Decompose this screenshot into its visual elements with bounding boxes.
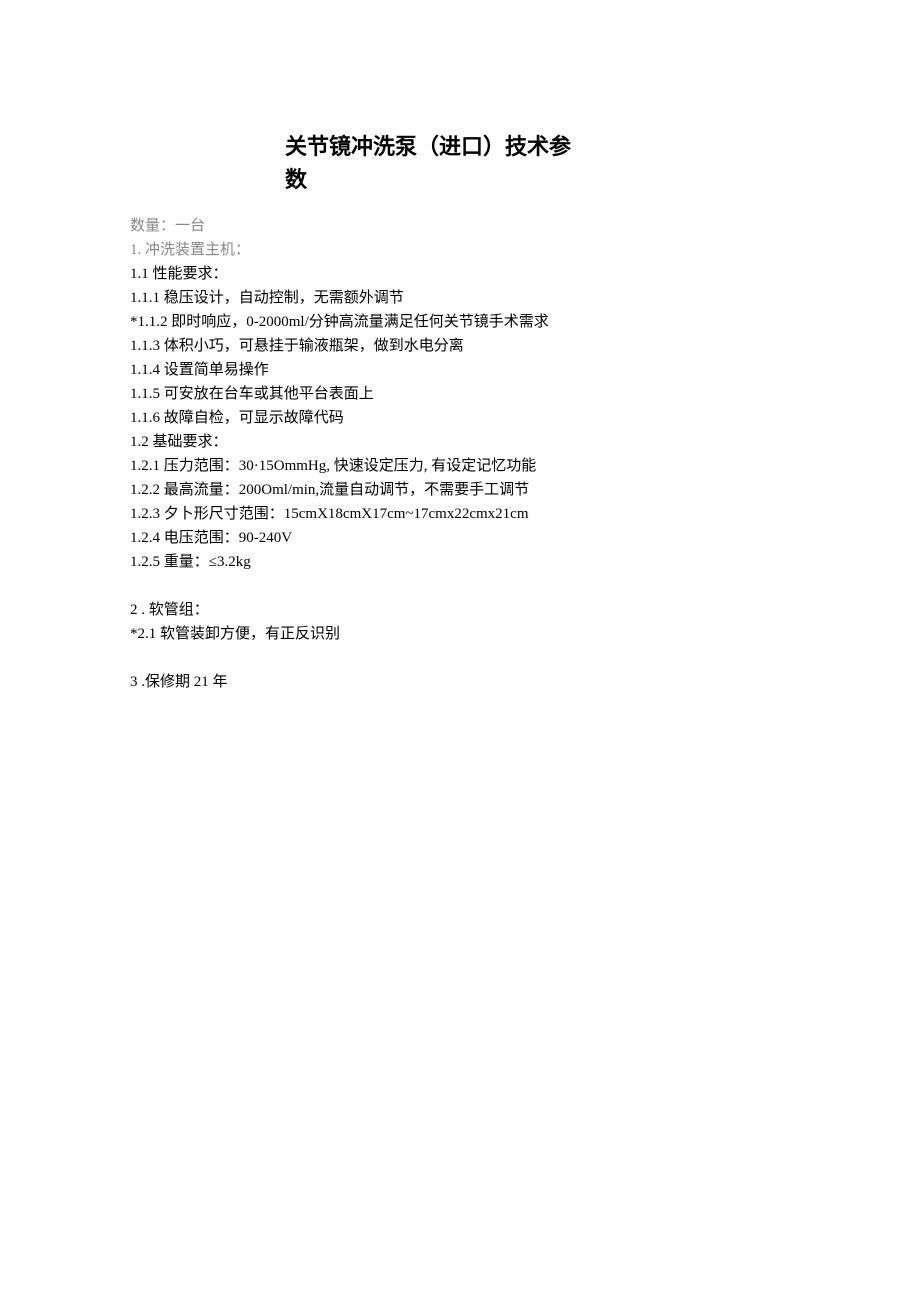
body-line: 2 . 软管组：: [130, 598, 790, 622]
title-line-2: 数: [285, 163, 790, 196]
body-line: 1.1.4 设置简单易操作: [130, 358, 790, 382]
body-line: 数量：一台: [130, 214, 790, 238]
body-line: *2.1 软管装卸方便，有正反识别: [130, 622, 790, 646]
body-line: 1.1.1 稳压设计，自动控制，无需额外调节: [130, 286, 790, 310]
body-line: 1.2.2 最高流量：200Oml/min,流量自动调节，不需要手工调节: [130, 478, 790, 502]
body-line: 1.1.5 可安放在台车或其他平台表面上: [130, 382, 790, 406]
body-line: [130, 574, 790, 598]
body-line: 1. 冲洗装置主机：: [130, 238, 790, 262]
body-line: 1.2 基础要求：: [130, 430, 790, 454]
body-line: 1.2.5 重量：≤3.2kg: [130, 550, 790, 574]
body-line: 1.2.1 压力范围：30·15OmmHg, 快速设定压力, 有设定记忆功能: [130, 454, 790, 478]
body-line: 1.1 性能要求：: [130, 262, 790, 286]
body-line: 1.1.3 体积小巧，可悬挂于输液瓶架，做到水电分离: [130, 334, 790, 358]
body-line: 3 .保修期 21 年: [130, 670, 790, 694]
body-line: [130, 646, 790, 670]
document-page: 关节镜冲洗泵（进口）技术参 数 数量：一台1. 冲洗装置主机：1.1 性能要求：…: [0, 0, 920, 1301]
body-line: 1.2.4 电压范围：90-240V: [130, 526, 790, 550]
document-body: 数量：一台1. 冲洗装置主机：1.1 性能要求：1.1.1 稳压设计，自动控制，…: [130, 214, 790, 694]
document-title: 关节镜冲洗泵（进口）技术参 数: [285, 130, 790, 196]
title-line-1: 关节镜冲洗泵（进口）技术参: [285, 130, 790, 163]
body-line: *1.1.2 即时响应，0-2000ml/分钟高流量满足任何关节镜手术需求: [130, 310, 790, 334]
body-line: 1.1.6 故障自检，可显示故障代码: [130, 406, 790, 430]
body-line: 1.2.3 夕卜形尺寸范围：15cmX18cmX17cm~17cmx22cmx2…: [130, 502, 790, 526]
